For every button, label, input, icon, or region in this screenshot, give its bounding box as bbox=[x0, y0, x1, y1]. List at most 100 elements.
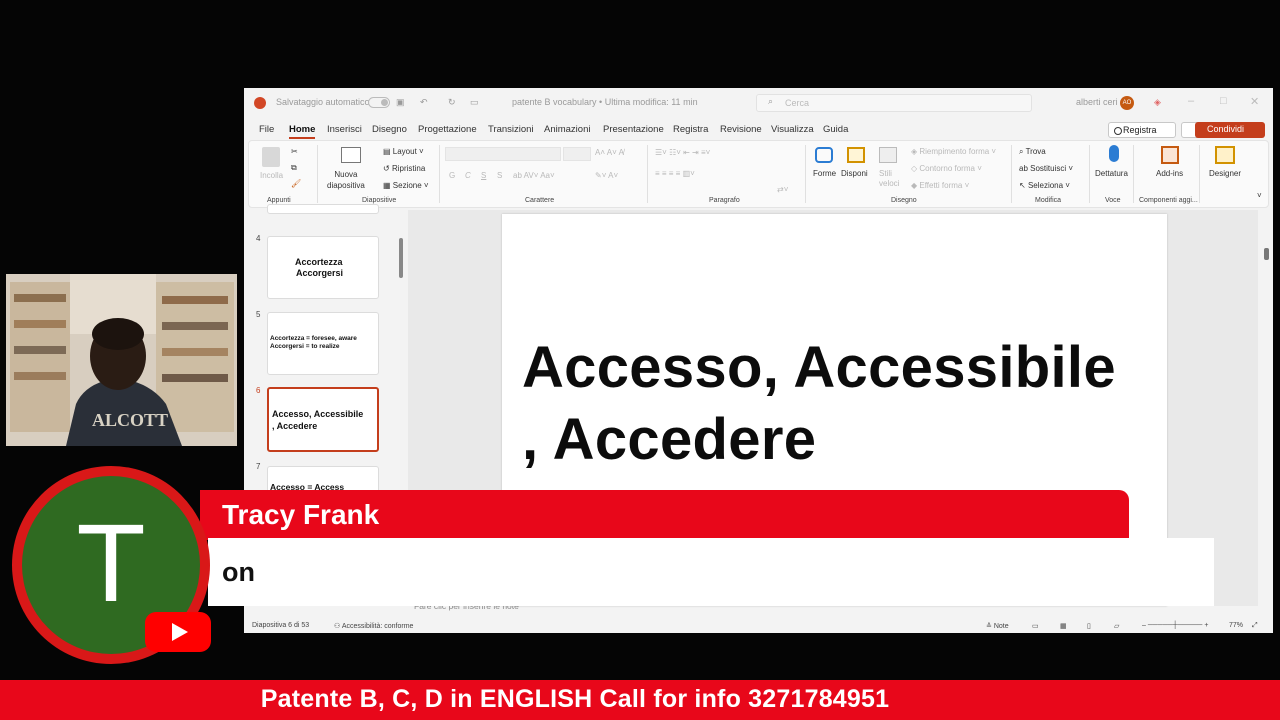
thumb-text: Accortezza bbox=[295, 257, 343, 267]
new-slide-icon[interactable] bbox=[341, 147, 361, 163]
autosave-toggle[interactable] bbox=[368, 97, 390, 108]
highlight-icon[interactable]: ✎˅ A˅ bbox=[595, 171, 618, 180]
find-button[interactable]: ⌕ Trova bbox=[1019, 147, 1046, 157]
cut-icon[interactable]: ✂ bbox=[291, 147, 298, 156]
scrollbar-thumb[interactable] bbox=[399, 238, 403, 278]
shape-outline-label: Contorno forma bbox=[919, 164, 975, 173]
shape-fill-button[interactable]: ◈ Riempimento forma ˅ bbox=[911, 147, 996, 156]
addins-button[interactable]: Add-ins bbox=[1156, 169, 1183, 178]
separator bbox=[1089, 145, 1090, 203]
slide-title-line: , Accedere bbox=[522, 407, 817, 472]
thumb-text: Accorgersi = to realize bbox=[270, 343, 340, 350]
tab-home[interactable]: Home bbox=[289, 124, 316, 139]
powerpoint-logo-icon bbox=[254, 97, 266, 109]
shape-outline-button[interactable]: ◇ Contorno forma ˅ bbox=[911, 164, 982, 173]
section-button[interactable]: ▦ Sezione ˅ bbox=[383, 181, 429, 190]
fit-slide-icon[interactable]: ⤢ bbox=[1252, 622, 1258, 630]
close-icon[interactable]: ✕ bbox=[1250, 95, 1259, 108]
addins-icon[interactable] bbox=[1161, 146, 1179, 164]
maximize-icon[interactable]: □ bbox=[1220, 95, 1227, 107]
copy-icon[interactable]: ⧉ bbox=[291, 163, 297, 173]
slide-thumbnail[interactable]: Accortezza = foresee, aware Accorgersi =… bbox=[267, 312, 379, 375]
slide-scrollbar[interactable] bbox=[1262, 210, 1272, 606]
slide-title[interactable]: Accesso, Accessibile , Accedere bbox=[522, 332, 1162, 476]
save-icon[interactable]: ▣ bbox=[396, 97, 405, 108]
sorter-view-icon[interactable]: ▦ bbox=[1060, 622, 1067, 630]
tab-design[interactable]: Progettazione bbox=[418, 124, 477, 135]
record-button[interactable]: Registra bbox=[1108, 122, 1176, 138]
tab-review[interactable]: Revisione bbox=[720, 124, 762, 135]
designer-button[interactable]: Designer bbox=[1209, 169, 1241, 178]
accessibility-label: Accessibilità: conforme bbox=[341, 623, 414, 630]
tab-file[interactable]: File bbox=[259, 124, 274, 135]
shapes-icon[interactable] bbox=[815, 147, 833, 163]
paste-label: Incolla bbox=[260, 171, 284, 180]
slide-title-line: Accesso, Accessibile bbox=[522, 335, 1116, 400]
comment-author-bar: Tracy Frank bbox=[200, 490, 1129, 540]
paste-icon[interactable] bbox=[262, 147, 280, 167]
reset-button[interactable]: ↺ Ripristina bbox=[383, 164, 425, 173]
webcam-feed: ALCOTT bbox=[6, 274, 237, 446]
file-name[interactable]: patente B vocabulary • Ultima modifica: … bbox=[512, 97, 698, 107]
search-input-text: Cerca bbox=[785, 98, 810, 108]
zoom-level[interactable]: 77% bbox=[1229, 622, 1243, 629]
diamond-icon[interactable]: ◈ bbox=[1154, 97, 1161, 108]
user-avatar[interactable]: AO bbox=[1120, 96, 1134, 110]
font-size-select[interactable] bbox=[563, 147, 591, 161]
layout-button[interactable]: ▤ Layout ˅ bbox=[383, 147, 424, 156]
arrange-button[interactable]: Disponi bbox=[841, 169, 868, 178]
webcam-image: ALCOTT bbox=[6, 274, 237, 446]
slide-thumbnail[interactable] bbox=[267, 204, 379, 214]
notes-button[interactable]: ≙ Note bbox=[986, 622, 1009, 630]
align-icons[interactable]: ≡ ≡ ≡ ≡ ▥˅ bbox=[655, 169, 695, 178]
tab-draw[interactable]: Disegno bbox=[372, 124, 407, 135]
replace-button[interactable]: ab Sostituisci ˅ bbox=[1019, 164, 1073, 173]
slide-thumbnail-selected[interactable]: Accesso, Accessibile , Accedere bbox=[267, 387, 379, 452]
normal-view-icon[interactable]: ▭ bbox=[1032, 622, 1039, 630]
select-button[interactable]: ↖ Seleziona ˅ bbox=[1019, 181, 1070, 190]
smartart-icon[interactable]: ⇄˅ bbox=[777, 185, 788, 194]
shapes-button[interactable]: Forme bbox=[813, 169, 836, 178]
tab-slideshow[interactable]: Presentazione bbox=[603, 124, 664, 135]
spacing-icon[interactable]: ab AV˅ Aa˅ bbox=[513, 171, 555, 180]
comment-author: Tracy Frank bbox=[222, 499, 380, 530]
slideshow-view-icon[interactable]: ▱ bbox=[1114, 622, 1119, 630]
quick-styles-icon[interactable] bbox=[879, 147, 897, 163]
bold-button[interactable]: G bbox=[449, 171, 455, 180]
dictation-button[interactable]: Dettatura bbox=[1095, 169, 1128, 178]
microphone-icon[interactable] bbox=[1109, 145, 1119, 162]
title-bar: Salvataggio automatico ▣ ↶ ↻ ▭ patente B… bbox=[244, 88, 1273, 118]
zoom-slider[interactable]: – ─────┼───── + bbox=[1142, 622, 1208, 629]
undo-icon[interactable]: ↶ bbox=[420, 97, 428, 108]
present-icon[interactable]: ▭ bbox=[470, 97, 479, 108]
tab-animations[interactable]: Animazioni bbox=[544, 124, 590, 135]
ribbon-collapse-icon[interactable]: ˅ bbox=[1257, 191, 1262, 200]
font-family-select[interactable] bbox=[445, 147, 561, 161]
tab-insert[interactable]: Inserisci bbox=[327, 124, 362, 135]
list-icons[interactable]: ☰˅ ☷˅ ⇤ ⇥ ≡˅ bbox=[655, 148, 710, 157]
share-button[interactable]: Condividi bbox=[1195, 122, 1265, 138]
redo-icon[interactable]: ↻ bbox=[448, 97, 456, 108]
minimize-icon[interactable]: – bbox=[1188, 95, 1194, 107]
font-grow-icon[interactable]: A˄ A˅ A̸ bbox=[595, 148, 624, 157]
quick-styles-button[interactable]: Stili veloci bbox=[879, 169, 899, 189]
select-label: Seleziona bbox=[1027, 181, 1064, 190]
search-input[interactable]: Cerca bbox=[756, 94, 1032, 112]
arrange-icon[interactable] bbox=[847, 147, 865, 163]
tab-transitions[interactable]: Transizioni bbox=[488, 124, 534, 135]
tab-help[interactable]: Guida bbox=[823, 124, 848, 135]
designer-icon[interactable] bbox=[1215, 146, 1235, 164]
italic-button[interactable]: C bbox=[465, 171, 471, 180]
new-slide-button[interactable]: Nuova diapositiva bbox=[327, 169, 365, 191]
format-painter-icon[interactable]: 🖌 bbox=[291, 179, 301, 188]
reading-view-icon[interactable]: ▯ bbox=[1087, 622, 1091, 630]
tab-record[interactable]: Registra bbox=[673, 124, 708, 135]
underline-button[interactable]: S bbox=[481, 171, 486, 180]
accessibility-status[interactable]: ⚇ Accessibilità: conforme bbox=[334, 622, 413, 630]
separator bbox=[1199, 145, 1200, 203]
slide-thumbnail[interactable]: Accortezza Accorgersi bbox=[267, 236, 379, 299]
scrollbar-thumb[interactable] bbox=[1264, 248, 1269, 260]
tab-view[interactable]: Visualizza bbox=[771, 124, 814, 135]
shape-effects-button[interactable]: ◆ Effetti forma ˅ bbox=[911, 181, 969, 190]
shadow-button[interactable]: S bbox=[497, 171, 502, 180]
